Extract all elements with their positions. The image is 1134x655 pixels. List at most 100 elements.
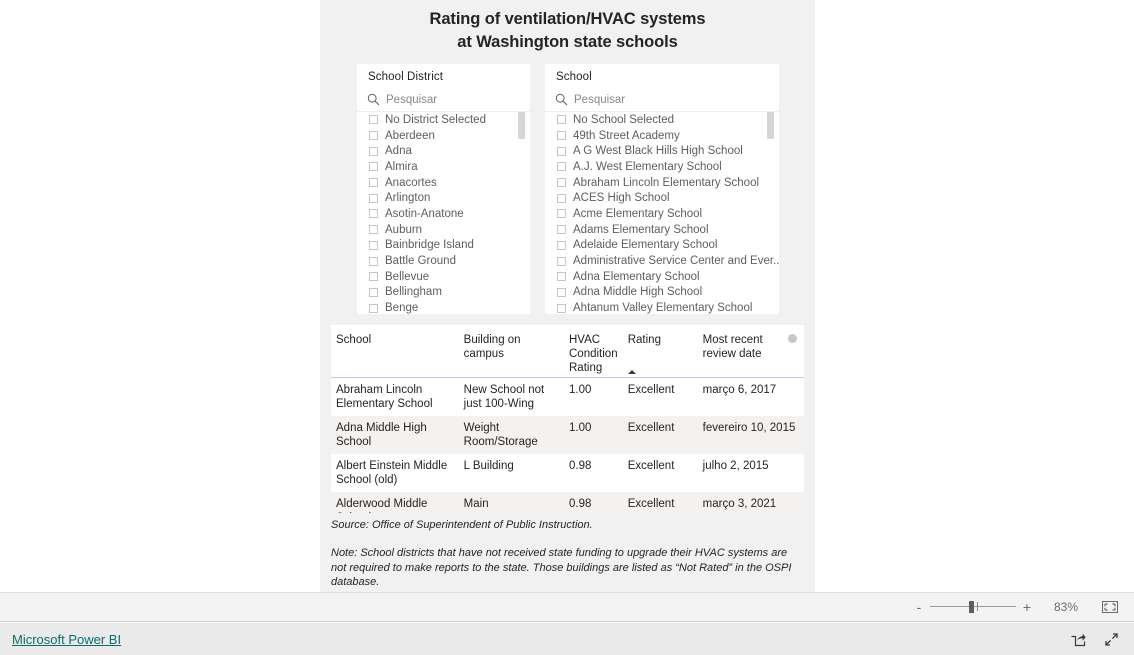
checkbox-icon[interactable] (557, 240, 566, 250)
school-district-scrollbar[interactable] (518, 112, 525, 314)
status-bar: - + 83% (0, 592, 1134, 622)
table-row[interactable]: Albert Einstein Middle School (old) L Bui… (331, 454, 804, 492)
checkbox-icon[interactable] (557, 193, 566, 203)
table-cell-school: Adna Middle High School (331, 415, 464, 454)
sort-ascending-icon (627, 369, 636, 374)
school-district-item[interactable]: Bainbridge Island (357, 238, 530, 254)
checkbox-icon[interactable] (369, 115, 378, 125)
school-scroll-thumb[interactable] (767, 112, 774, 139)
table-cell-rating: Excellent (627, 491, 703, 513)
school-district-item-label: Anacortes (385, 176, 437, 189)
table-cell-hvac: 0.98 (569, 459, 592, 472)
school-district-item-label: Benge (385, 302, 419, 314)
microsoft-power-bi-link[interactable]: Microsoft Power BI (12, 632, 121, 647)
table-row[interactable]: Adna Middle High School Weight Room/Stora… (331, 415, 804, 454)
school-item[interactable]: A G West Black Hills High School (545, 143, 779, 159)
school-district-item-label: Auburn (385, 223, 423, 236)
checkbox-icon[interactable] (369, 225, 378, 235)
school-item[interactable]: Adams Elementary School (545, 222, 779, 238)
checkbox-icon[interactable] (369, 178, 378, 188)
table-cell-hvac: 0.98 (569, 491, 628, 513)
table-row[interactable]: Alderwood Middle SchoolMain0.98Excellent… (331, 491, 804, 513)
school-district-item[interactable]: Benge (357, 300, 530, 314)
school-district-item[interactable]: Aberdeen (357, 128, 530, 144)
checkbox-icon[interactable] (557, 131, 566, 141)
school-item[interactable]: A.J. West Elementary School (545, 159, 779, 175)
checkbox-icon[interactable] (369, 162, 378, 172)
checkbox-icon[interactable] (369, 287, 378, 297)
school-district-item[interactable]: Adna (357, 143, 530, 159)
school-district-item[interactable]: Arlington (357, 190, 530, 206)
school-district-item[interactable]: Anacortes (357, 175, 530, 191)
column-header-building-on-campus[interactable]: Building on campus (463, 325, 569, 378)
checkbox-icon[interactable] (557, 146, 566, 156)
checkbox-icon[interactable] (557, 272, 566, 282)
zoom-slider-handle[interactable] (968, 601, 974, 613)
zoom-level-label: 83% (1053, 600, 1079, 614)
school-district-search-box[interactable]: Pesquisar (367, 90, 522, 110)
checkbox-icon[interactable] (557, 209, 566, 219)
school-scrollbar[interactable] (767, 112, 774, 314)
school-district-scroll-thumb[interactable] (518, 112, 525, 139)
checkbox-icon[interactable] (369, 240, 378, 250)
table-row[interactable]: Abraham Lincoln Elementary School New Sch… (331, 377, 804, 416)
checkbox-icon[interactable] (557, 178, 566, 188)
school-item[interactable]: No School Selected (545, 112, 779, 128)
checkbox-icon[interactable] (557, 162, 566, 172)
checkbox-icon[interactable] (369, 272, 378, 282)
school-district-item[interactable]: Battle Ground (357, 253, 530, 269)
zoom-in-button[interactable]: + (1020, 600, 1034, 614)
zoom-slider[interactable] (930, 600, 1016, 614)
table-cell-date: julho 2, 2015 (702, 459, 769, 472)
checkbox-icon[interactable] (369, 146, 378, 156)
school-district-list[interactable]: No District Selected Aberdeen Adna Almira An… (357, 112, 530, 314)
checkbox-icon[interactable] (369, 209, 378, 219)
column-header-hvac-condition-rating[interactable]: HVAC Condition Rating (569, 325, 628, 378)
school-item[interactable]: Adelaide Elementary School (545, 238, 779, 254)
school-district-slicer-title: School District (368, 71, 443, 83)
school-district-item[interactable]: Almira (357, 159, 530, 175)
table-cell-hvac: 1.00 (569, 383, 592, 396)
checkbox-icon[interactable] (557, 115, 566, 125)
checkbox-icon[interactable] (557, 225, 566, 235)
school-item-label: ACES High School (573, 192, 670, 205)
report-viewport: Rating of ventilation/HVAC systems at Wa… (0, 0, 1134, 592)
school-item[interactable]: Adna Elementary School (545, 269, 779, 285)
school-item[interactable]: Administrative Service Center and Ever..… (545, 253, 779, 269)
column-header-most-recent-review-date[interactable]: Most recent review date (702, 325, 804, 378)
power-bi-report-viewer: Rating of ventilation/HVAC systems at Wa… (0, 0, 1134, 655)
share-icon[interactable] (1066, 628, 1088, 650)
school-slicer[interactable]: School Pesquisar No School Selected 49th … (545, 64, 779, 314)
hvac-rating-table[interactable]: School Building on campus HVAC Condition… (331, 325, 804, 513)
school-district-item[interactable]: No District Selected (357, 112, 530, 128)
column-header-rating[interactable]: Rating (627, 325, 703, 378)
column-header-school[interactable]: School (331, 325, 464, 378)
checkbox-icon[interactable] (369, 303, 378, 313)
footer-bar: Microsoft Power BI (0, 623, 1134, 655)
zoom-out-button[interactable]: - (912, 600, 926, 614)
fit-to-page-icon[interactable] (1100, 599, 1120, 615)
checkbox-icon[interactable] (557, 256, 566, 266)
checkbox-icon[interactable] (369, 256, 378, 266)
table-scroll-indicator[interactable] (788, 334, 797, 343)
school-list[interactable]: No School Selected 49th Street Academy A G… (545, 112, 779, 314)
checkbox-icon[interactable] (369, 131, 378, 141)
school-item[interactable]: 49th Street Academy (545, 128, 779, 144)
school-district-item[interactable]: Bellevue (357, 269, 530, 285)
zoom-slider-tick (977, 602, 979, 611)
school-item[interactable]: Abraham Lincoln Elementary School (545, 175, 779, 191)
zoom-control[interactable]: - + 83% (912, 599, 1120, 615)
fullscreen-icon[interactable] (1100, 628, 1122, 650)
checkbox-icon[interactable] (557, 287, 566, 297)
school-item[interactable]: Acme Elementary School (545, 206, 779, 222)
school-district-item[interactable]: Asotin-Anatone (357, 206, 530, 222)
school-item[interactable]: Adna Middle High School (545, 285, 779, 301)
school-district-item[interactable]: Auburn (357, 222, 530, 238)
school-district-item[interactable]: Bellingham (357, 285, 530, 301)
school-search-box[interactable]: Pesquisar (555, 90, 771, 110)
checkbox-icon[interactable] (557, 303, 566, 313)
school-item[interactable]: ACES High School (545, 190, 779, 206)
school-item[interactable]: Ahtanum Valley Elementary School (545, 300, 779, 314)
school-district-slicer[interactable]: School District Pesquisar No District Se… (357, 64, 530, 314)
checkbox-icon[interactable] (369, 193, 378, 203)
